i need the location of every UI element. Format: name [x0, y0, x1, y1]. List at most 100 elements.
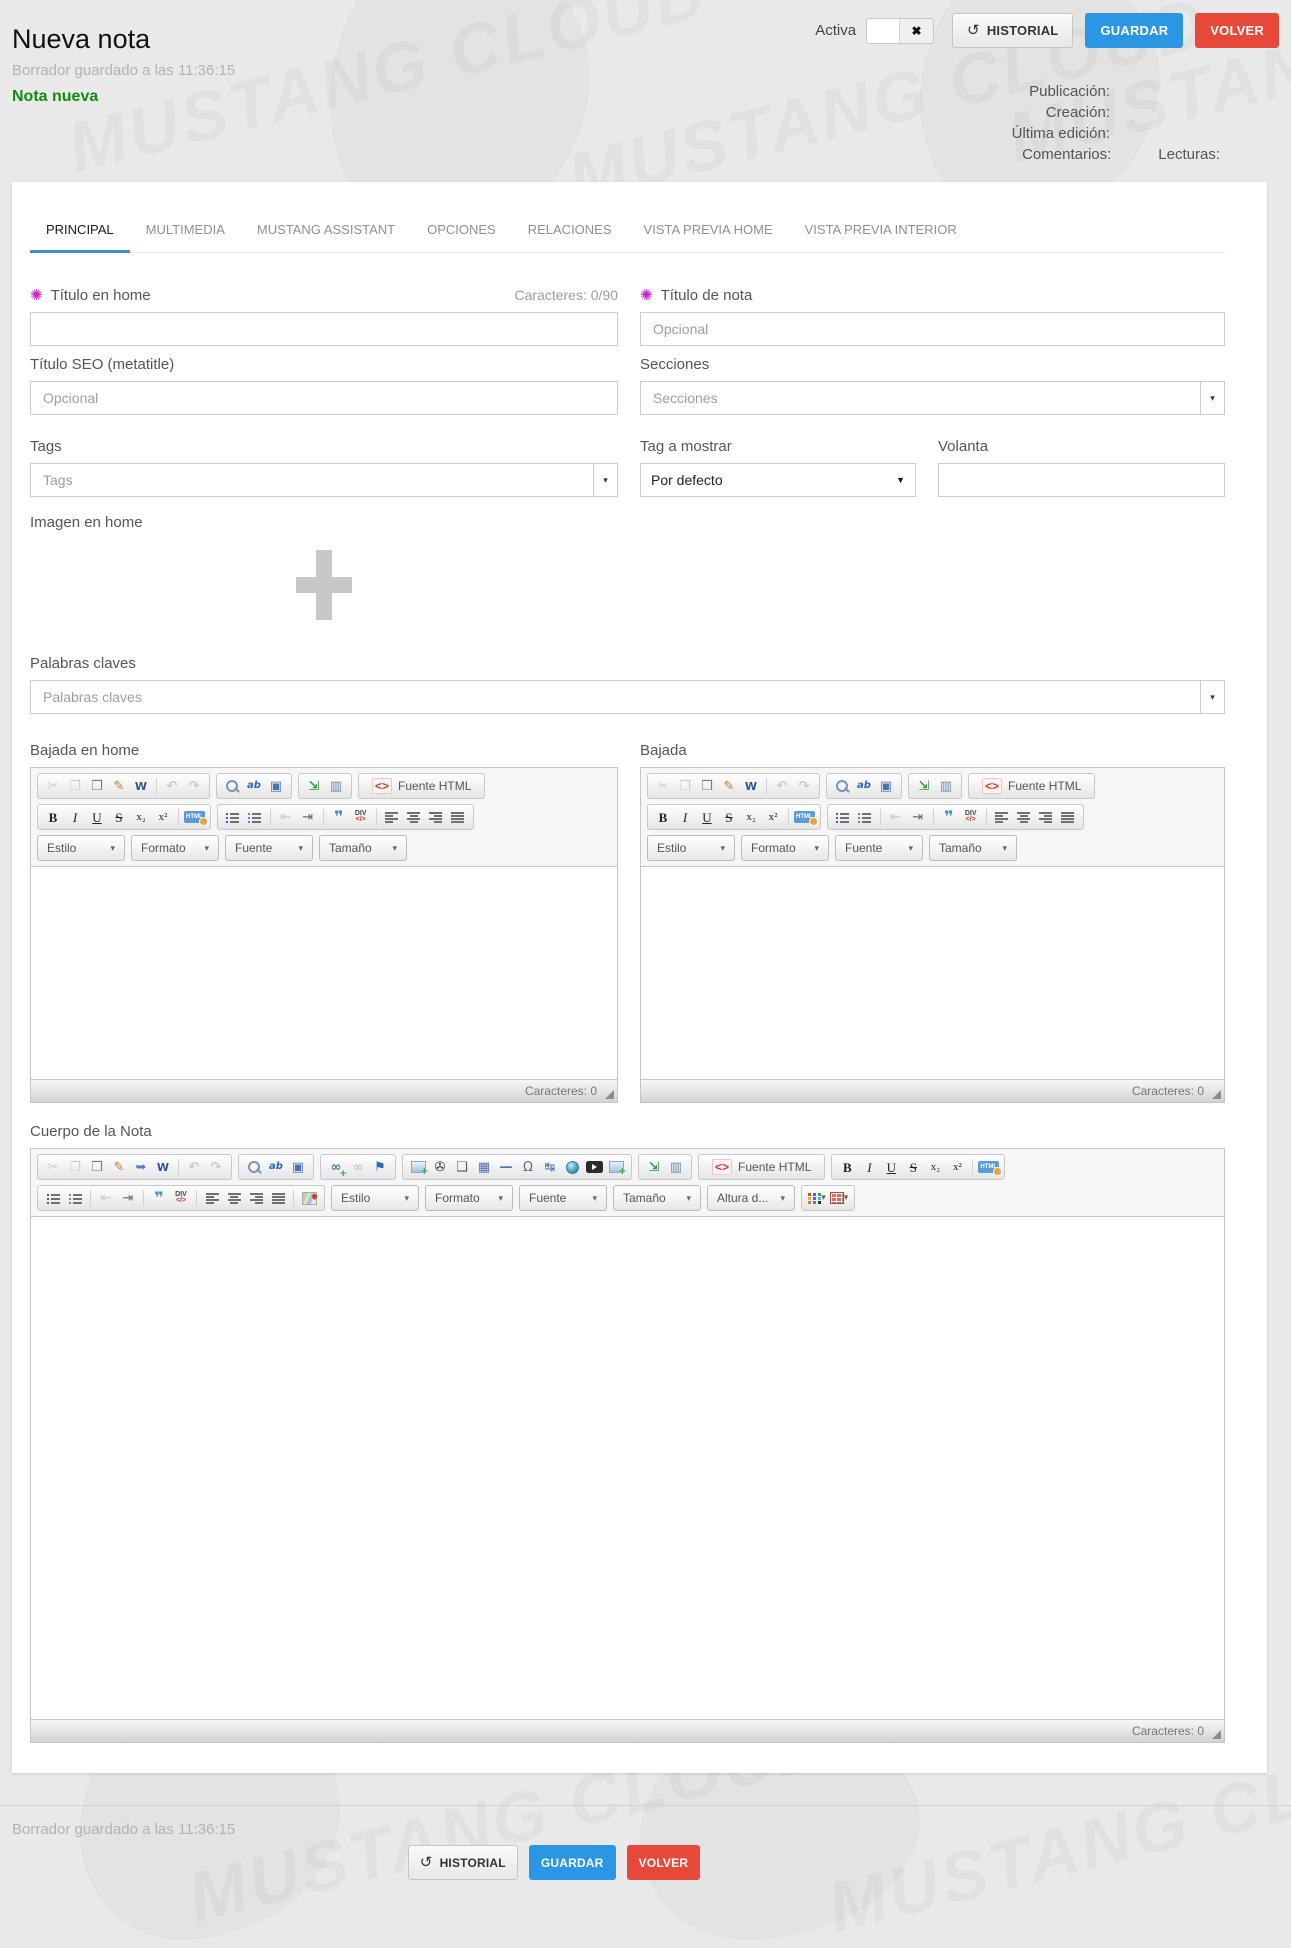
- paste-word-icon[interactable]: W: [741, 776, 761, 796]
- palabras-claves-select[interactable]: ▾: [30, 680, 1225, 714]
- cut-icon[interactable]: ✂: [43, 1157, 63, 1177]
- list-ul-icon[interactable]: [855, 807, 875, 827]
- youtube-icon[interactable]: [584, 1157, 604, 1177]
- redo-icon[interactable]: ↷: [184, 776, 204, 796]
- remove-format-icon[interactable]: HTML: [794, 807, 815, 827]
- media-icon[interactable]: ✇: [430, 1157, 450, 1177]
- sub-icon[interactable]: x₂: [925, 1157, 945, 1177]
- align-left-icon[interactable]: [992, 807, 1012, 827]
- tab-opciones[interactable]: OPCIONES: [411, 222, 512, 252]
- strike-icon[interactable]: S: [719, 807, 739, 827]
- sup-icon[interactable]: x²: [153, 807, 173, 827]
- bold-icon[interactable]: B: [837, 1157, 857, 1177]
- list-ol-icon[interactable]: [223, 807, 243, 827]
- redo-icon[interactable]: ↷: [794, 776, 814, 796]
- paste-special-icon[interactable]: ➥: [131, 1157, 151, 1177]
- globe-icon[interactable]: [562, 1157, 582, 1177]
- omega-icon[interactable]: Ω: [518, 1157, 538, 1177]
- indent-icon[interactable]: ⇥: [118, 1188, 138, 1208]
- remove-format-icon[interactable]: HTML: [184, 807, 205, 827]
- resize-handle[interactable]: [1212, 1730, 1221, 1739]
- cuerpo-editing-area[interactable]: [31, 1217, 1224, 1719]
- combo-fuente[interactable]: Fuente▾: [835, 835, 923, 861]
- sup-icon[interactable]: x²: [947, 1157, 967, 1177]
- underline-icon[interactable]: U: [87, 807, 107, 827]
- undo-icon[interactable]: ↶: [772, 776, 792, 796]
- underline-icon[interactable]: U: [881, 1157, 901, 1177]
- paste-text-icon[interactable]: ✎: [719, 776, 739, 796]
- tab-principal[interactable]: PRINCIPAL: [30, 222, 130, 253]
- outdent-icon[interactable]: ⇤: [276, 807, 296, 827]
- align-left-icon[interactable]: [202, 1188, 222, 1208]
- back-button[interactable]: VOLVER: [1195, 13, 1279, 48]
- tags-select[interactable]: ▾: [30, 463, 618, 497]
- paste-icon[interactable]: ❒: [697, 776, 717, 796]
- cut-icon[interactable]: ✂: [43, 776, 63, 796]
- volanta-input[interactable]: [938, 463, 1225, 497]
- save-button[interactable]: GUARDAR: [529, 1845, 616, 1880]
- tab-vista-previa-home[interactable]: VISTA PREVIA HOME: [628, 222, 789, 252]
- paste-text-icon[interactable]: ✎: [109, 776, 129, 796]
- combo-tama-o[interactable]: Tamaño▾: [319, 835, 407, 861]
- image-icon[interactable]: [408, 1157, 428, 1177]
- list-ul-icon[interactable]: [245, 807, 265, 827]
- outdent-icon[interactable]: ⇤: [96, 1188, 116, 1208]
- tab-multimedia[interactable]: MULTIMEDIA: [130, 222, 241, 252]
- embed-icon[interactable]: ❑: [452, 1157, 472, 1177]
- combo-formato[interactable]: Formato▾: [131, 835, 219, 861]
- undo-icon[interactable]: ↶: [184, 1157, 204, 1177]
- bold-icon[interactable]: B: [43, 807, 63, 827]
- combo-fuente[interactable]: Fuente▾: [225, 835, 313, 861]
- combo-estilo[interactable]: Estilo▾: [331, 1185, 419, 1211]
- palabras-claves-caret-button[interactable]: ▾: [1200, 681, 1224, 713]
- tab-relaciones[interactable]: RELACIONES: [512, 222, 628, 252]
- gmaps-icon[interactable]: [299, 1188, 319, 1208]
- indent-icon[interactable]: ⇥: [908, 807, 928, 827]
- quote-icon[interactable]: ❞: [149, 1188, 169, 1208]
- align-right-icon[interactable]: [426, 807, 446, 827]
- quote-icon[interactable]: ❞: [329, 807, 349, 827]
- italic-icon[interactable]: I: [65, 807, 85, 827]
- secciones-select[interactable]: ▾: [640, 381, 1225, 415]
- bajada-home-editing-area[interactable]: [31, 867, 617, 1079]
- toggle-handle[interactable]: [867, 19, 900, 43]
- table-icon[interactable]: ▦: [474, 1157, 494, 1177]
- save-button[interactable]: GUARDAR: [1085, 13, 1183, 48]
- anchor-icon[interactable]: ⚑: [370, 1157, 390, 1177]
- indent-icon[interactable]: ⇥: [298, 807, 318, 827]
- cut-icon[interactable]: ✂: [653, 776, 673, 796]
- italic-icon[interactable]: I: [675, 807, 695, 827]
- find-icon[interactable]: [832, 776, 852, 796]
- paste-text-icon[interactable]: ✎: [109, 1157, 129, 1177]
- tags-input[interactable]: [31, 464, 593, 496]
- undo-icon[interactable]: ↶: [162, 776, 182, 796]
- find-icon[interactable]: [244, 1157, 264, 1177]
- titulo-home-input[interactable]: [30, 312, 618, 346]
- copy-icon[interactable]: ❐: [65, 776, 85, 796]
- div-icon[interactable]: DIV</>: [171, 1188, 191, 1208]
- align-center-icon[interactable]: [1014, 807, 1034, 827]
- outdent-icon[interactable]: ⇤: [886, 807, 906, 827]
- align-center-icon[interactable]: [224, 1188, 244, 1208]
- tags-caret-button[interactable]: ▾: [593, 464, 617, 496]
- redo-icon[interactable]: ↷: [206, 1157, 226, 1177]
- palabras-claves-input[interactable]: [31, 681, 1200, 713]
- bajada-editing-area[interactable]: [641, 867, 1224, 1079]
- history-button[interactable]: ↺ HISTORIAL: [408, 1845, 518, 1880]
- strike-icon[interactable]: S: [109, 807, 129, 827]
- secciones-caret-button[interactable]: ▾: [1200, 382, 1224, 414]
- list-ul-icon[interactable]: [65, 1188, 85, 1208]
- paste-icon[interactable]: ❒: [87, 1157, 107, 1177]
- assistant-icon[interactable]: ✺: [30, 288, 43, 303]
- show-blocks-icon[interactable]: ▥: [326, 776, 346, 796]
- history-button[interactable]: ↺ HISTORIAL: [952, 13, 1073, 48]
- combo-altura-d-[interactable]: Altura d...▾: [707, 1185, 795, 1211]
- align-left-icon[interactable]: [382, 807, 402, 827]
- underline-icon[interactable]: U: [697, 807, 717, 827]
- align-justify-icon[interactable]: [268, 1188, 288, 1208]
- sup-icon[interactable]: x²: [763, 807, 783, 827]
- active-toggle[interactable]: ✖: [866, 18, 934, 44]
- align-right-icon[interactable]: [1036, 807, 1056, 827]
- show-blocks-icon[interactable]: ▥: [936, 776, 956, 796]
- resize-handle[interactable]: [605, 1090, 614, 1099]
